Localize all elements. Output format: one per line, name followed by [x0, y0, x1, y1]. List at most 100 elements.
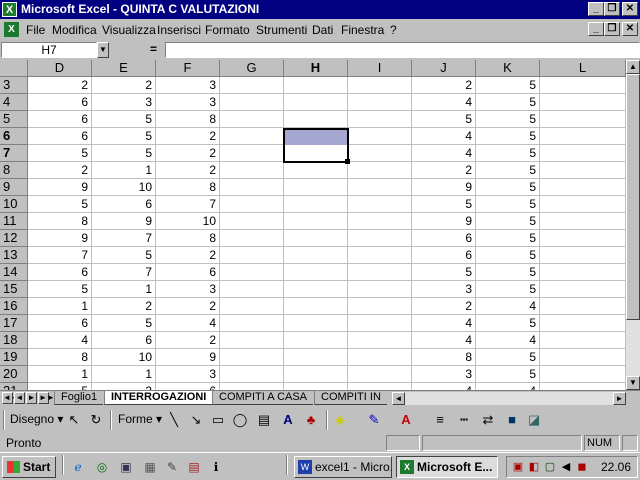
cell-l3[interactable] [540, 77, 626, 94]
start-button[interactable]: Start [2, 456, 56, 478]
cell-e4[interactable]: 3 [92, 94, 156, 111]
row-header[interactable]: 9 [0, 179, 28, 196]
cell-l11[interactable] [540, 213, 626, 230]
name-box[interactable]: H7 [1, 42, 97, 58]
3d-icon[interactable]: ◪ [526, 412, 542, 428]
quicklaunch-icon[interactable]: ℹ [208, 459, 224, 475]
cell-l10[interactable] [540, 196, 626, 213]
tab-prev-icon[interactable]: ◄ [14, 392, 25, 404]
cell-g9[interactable] [220, 179, 284, 196]
select-all-corner[interactable] [0, 60, 28, 77]
column-header-e[interactable]: E [92, 60, 156, 77]
cell-l20[interactable] [540, 366, 626, 383]
cell-k17[interactable]: 5 [476, 315, 540, 332]
cell-i18[interactable] [348, 332, 412, 349]
cell-f11[interactable]: 10 [156, 213, 220, 230]
doc-close-button[interactable]: ✕ [622, 22, 638, 36]
cell-h15[interactable] [284, 281, 348, 298]
cell-j15[interactable]: 3 [412, 281, 476, 298]
cell-i17[interactable] [348, 315, 412, 332]
cell-j6[interactable]: 4 [412, 128, 476, 145]
cell-e13[interactable]: 5 [92, 247, 156, 264]
program-icon[interactable]: ▤ [186, 459, 202, 475]
cell-f8[interactable]: 2 [156, 162, 220, 179]
cell-j11[interactable]: 9 [412, 213, 476, 230]
cell-j17[interactable]: 4 [412, 315, 476, 332]
cell-d19[interactable]: 8 [28, 349, 92, 366]
cell-k9[interactable]: 5 [476, 179, 540, 196]
cell-g6[interactable] [220, 128, 284, 145]
maximize-button[interactable]: ❐ [604, 2, 620, 16]
cell-h12[interactable] [284, 230, 348, 247]
row-header[interactable]: 4 [0, 94, 28, 111]
arrow-icon[interactable]: ↘ [188, 412, 204, 428]
wordart-icon[interactable]: A [280, 412, 296, 428]
cell-j5[interactable]: 5 [412, 111, 476, 128]
cell-f10[interactable]: 7 [156, 196, 220, 213]
tab-last-icon[interactable]: ►► [38, 392, 55, 404]
draw-menu-button[interactable]: Disegno ▾ [10, 411, 63, 429]
column-header-k[interactable]: K [476, 60, 540, 77]
cell-i21[interactable] [348, 383, 412, 390]
cell-h21[interactable] [284, 383, 348, 390]
explorer-icon[interactable]: ▦ [142, 459, 158, 475]
row-header[interactable]: 10 [0, 196, 28, 213]
pointer-icon[interactable]: ↖ [66, 412, 82, 428]
cell-j12[interactable]: 6 [412, 230, 476, 247]
cell-i4[interactable] [348, 94, 412, 111]
cell-j16[interactable]: 2 [412, 298, 476, 315]
cell-e21[interactable]: 3 [92, 383, 156, 390]
cell-i19[interactable] [348, 349, 412, 366]
close-button[interactable]: ✕ [622, 2, 638, 16]
cell-h5[interactable] [284, 111, 348, 128]
menu-formato[interactable]: Formato [205, 23, 250, 37]
cell-f17[interactable]: 4 [156, 315, 220, 332]
row-header[interactable]: 3 [0, 77, 28, 94]
cell-g11[interactable] [220, 213, 284, 230]
cell-h4[interactable] [284, 94, 348, 111]
cell-k21[interactable]: 4 [476, 383, 540, 390]
cell-l4[interactable] [540, 94, 626, 111]
row-header[interactable]: 12 [0, 230, 28, 247]
cell-h14[interactable] [284, 264, 348, 281]
cell-d14[interactable]: 6 [28, 264, 92, 281]
cell-k4[interactable]: 5 [476, 94, 540, 111]
column-header-d[interactable]: D [28, 60, 92, 77]
row-header[interactable]: 15 [0, 281, 28, 298]
cell-j3[interactable]: 2 [412, 77, 476, 94]
doc-restore-button[interactable]: ❐ [604, 22, 620, 36]
excel-app-icon[interactable]: X [2, 2, 17, 17]
cell-k5[interactable]: 5 [476, 111, 540, 128]
menu-help[interactable]: ? [390, 23, 397, 37]
row-header[interactable]: 6 [0, 128, 28, 145]
cell-g15[interactable] [220, 281, 284, 298]
tab-first-icon[interactable]: ◄◄ [2, 392, 19, 404]
cell-f3[interactable]: 3 [156, 77, 220, 94]
menu-dati[interactable]: Dati [312, 23, 333, 37]
cell-i3[interactable] [348, 77, 412, 94]
cell-e18[interactable]: 6 [92, 332, 156, 349]
cell-h13[interactable] [284, 247, 348, 264]
cell-g5[interactable] [220, 111, 284, 128]
tray-program-icon[interactable]: ◼ [575, 460, 589, 474]
cell-e9[interactable]: 10 [92, 179, 156, 196]
cell-k12[interactable]: 5 [476, 230, 540, 247]
menu-file[interactable]: File [26, 23, 45, 37]
cell-g4[interactable] [220, 94, 284, 111]
cell-e19[interactable]: 10 [92, 349, 156, 366]
line-icon[interactable]: ╲ [166, 412, 182, 428]
cell-k7[interactable]: 5 [476, 145, 540, 162]
formula-input[interactable] [165, 42, 640, 58]
cell-k14[interactable]: 5 [476, 264, 540, 281]
vertical-scroll-thumb[interactable] [626, 74, 640, 320]
cell-g14[interactable] [220, 264, 284, 281]
menu-visualizza[interactable]: Visualizza [102, 23, 156, 37]
cell-j10[interactable]: 5 [412, 196, 476, 213]
cell-j20[interactable]: 3 [412, 366, 476, 383]
tab-interrogazioni[interactable]: INTERROGAZIONI [104, 391, 213, 405]
cell-l13[interactable] [540, 247, 626, 264]
column-header-j[interactable]: J [412, 60, 476, 77]
cell-l19[interactable] [540, 349, 626, 366]
scroll-right-icon[interactable]: ► [613, 392, 626, 405]
cell-e20[interactable]: 1 [92, 366, 156, 383]
